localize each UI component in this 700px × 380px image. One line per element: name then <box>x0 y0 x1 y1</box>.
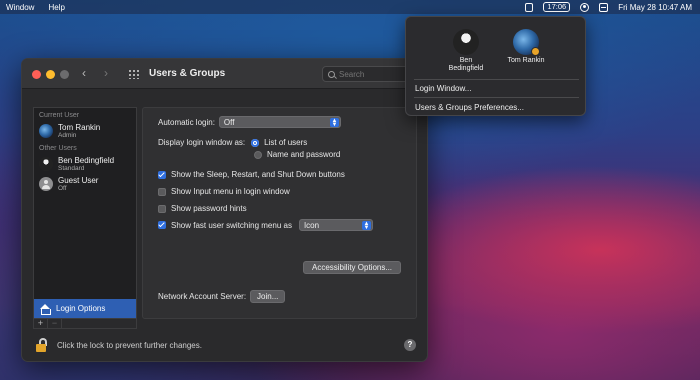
clock-box[interactable]: 17:06 <box>543 2 571 12</box>
fus-user-name-line1: Tom Rankin <box>507 57 545 64</box>
user-name: Tom Rankin <box>58 123 101 132</box>
user-name: Ben Bedingfield <box>58 156 115 165</box>
minimize-button[interactable] <box>46 70 55 79</box>
login-options-label: Login Options <box>56 304 106 313</box>
network-label: Network Account Server: <box>158 292 247 301</box>
accessibility-row: Accessibility Options... <box>303 261 401 274</box>
add-user-button[interactable]: + <box>34 319 48 328</box>
close-button[interactable] <box>32 70 41 79</box>
display-login-row: Display login window as: List of users <box>158 138 307 147</box>
network-row: Network Account Server: Join... <box>158 290 286 303</box>
join-button[interactable]: Join... <box>250 290 286 303</box>
back-arrow-icon[interactable]: ‹ <box>82 67 86 79</box>
menu-item-login-window[interactable]: Login Window... <box>415 84 471 93</box>
auto-login-row: Automatic login: Off ▲ ▼ <box>158 116 341 128</box>
penguin-avatar-icon <box>453 29 479 55</box>
radio-list-of-users[interactable] <box>251 138 260 147</box>
chk-fast-label: Show fast user switching menu as <box>171 220 292 230</box>
radio-list-label: List of users <box>264 138 308 147</box>
user-role: Admin <box>58 132 77 139</box>
user-name: Guest User <box>58 176 99 185</box>
show-all-grid-icon[interactable] <box>128 69 139 79</box>
radio-name-label: Name and password <box>267 150 341 159</box>
menu-window[interactable]: Window <box>6 3 34 12</box>
active-user-badge-icon <box>531 47 540 56</box>
earth-avatar-icon <box>39 124 53 138</box>
remove-user-button[interactable]: − <box>48 319 62 328</box>
unlocked-padlock-icon[interactable] <box>36 338 48 352</box>
accessibility-options-button[interactable]: Accessibility Options... <box>303 261 401 274</box>
menu-item-users-groups-prefs[interactable]: Users & Groups Preferences... <box>415 103 524 112</box>
auto-login-popup[interactable]: Off ▲ ▼ <box>218 116 341 128</box>
sidebar-user-ben-bedingfield[interactable]: Ben Bedingfield Standard <box>34 154 136 174</box>
checkbox-input-menu[interactable] <box>158 187 166 196</box>
radio-name-password[interactable] <box>254 150 262 159</box>
sidebar-item-login-options[interactable]: Login Options <box>34 299 136 318</box>
fast-switching-value: Icon <box>303 220 320 230</box>
chk-hints-row: Show password hints <box>158 204 247 213</box>
search-icon <box>328 70 335 78</box>
checkbox-sleep-restart[interactable] <box>158 170 166 179</box>
other-users-header: Other Users <box>39 145 77 152</box>
current-user-header: Current User <box>39 112 80 119</box>
lock-body <box>36 344 46 352</box>
display-login-label: Display login window as: <box>158 138 246 147</box>
chk-sleep-row: Show the Sleep, Restart, and Shut Down b… <box>158 170 345 179</box>
fus-user-name-line2: Bedingfield <box>448 65 484 72</box>
login-options-panel: Automatic login: Off ▲ ▼ Display login wi… <box>142 107 417 319</box>
sidebar-user-guest[interactable]: Guest User Off <box>34 174 136 194</box>
chevron-updown-icon: ▲ ▼ <box>361 221 371 231</box>
menu-separator <box>414 79 579 80</box>
penguin-avatar-icon <box>39 157 53 171</box>
sidebar-user-tom-rankin[interactable]: Tom Rankin Admin <box>34 121 136 141</box>
menu-help[interactable]: Help <box>48 3 64 12</box>
fast-switching-popup[interactable]: Icon ▲ ▼ <box>298 219 373 231</box>
users-groups-window: ‹ › Users & Groups Current User Tom Rank… <box>21 58 428 362</box>
radio-name-row: Name and password <box>254 150 340 159</box>
zoom-button[interactable] <box>60 70 69 79</box>
house-icon <box>39 303 51 315</box>
fus-user-tom[interactable]: Tom Rankin <box>496 29 556 65</box>
earth-avatar-icon <box>513 29 540 56</box>
user-switch-icon[interactable] <box>580 2 590 12</box>
chk-fast-row: Show fast user switching menu as Icon ▲ ▼ <box>158 219 373 231</box>
checkbox-password-hints[interactable] <box>158 204 166 213</box>
chevron-updown-icon: ▲ ▼ <box>329 118 339 128</box>
id-badge-icon[interactable] <box>525 2 534 12</box>
guest-avatar-icon <box>39 177 53 191</box>
window-title: Users & Groups <box>149 68 226 79</box>
fast-user-switching-menu: Ben Bedingfield Tom Rankin Login Window.… <box>405 16 586 116</box>
forward-arrow-icon[interactable]: › <box>104 67 108 79</box>
user-role: Off <box>58 185 67 192</box>
sidebar-buttons: + − <box>33 319 137 329</box>
fus-user-ben[interactable]: Ben Bedingfield <box>436 29 496 73</box>
menu-extras: 17:06 Fri May 28 10:47 AM <box>525 0 692 14</box>
chk-input-label: Show Input menu in login window <box>171 187 290 196</box>
title-bar: ‹ › Users & Groups <box>22 59 427 89</box>
menu-separator <box>414 97 579 98</box>
user-role: Standard <box>58 165 85 172</box>
menubar-datetime[interactable]: Fri May 28 10:47 AM <box>618 3 692 12</box>
users-sidebar: Current User Tom Rankin Admin Other User… <box>33 107 137 319</box>
auto-login-value: Off <box>223 117 235 127</box>
chk-hints-label: Show password hints <box>171 204 247 213</box>
lock-hint-text: Click the lock to prevent further change… <box>57 341 202 350</box>
auto-login-label: Automatic login: <box>158 117 215 127</box>
control-center-icon[interactable] <box>599 2 609 12</box>
fus-user-name-line1: Ben <box>459 57 473 64</box>
checkbox-fast-switching[interactable] <box>158 221 166 229</box>
menu-bar: Window Help 17:06 Fri May 28 10:47 AM <box>0 0 700 14</box>
help-button[interactable]: ? <box>404 339 416 351</box>
chk-sleep-label: Show the Sleep, Restart, and Shut Down b… <box>171 170 345 179</box>
chk-input-row: Show Input menu in login window <box>158 187 290 196</box>
